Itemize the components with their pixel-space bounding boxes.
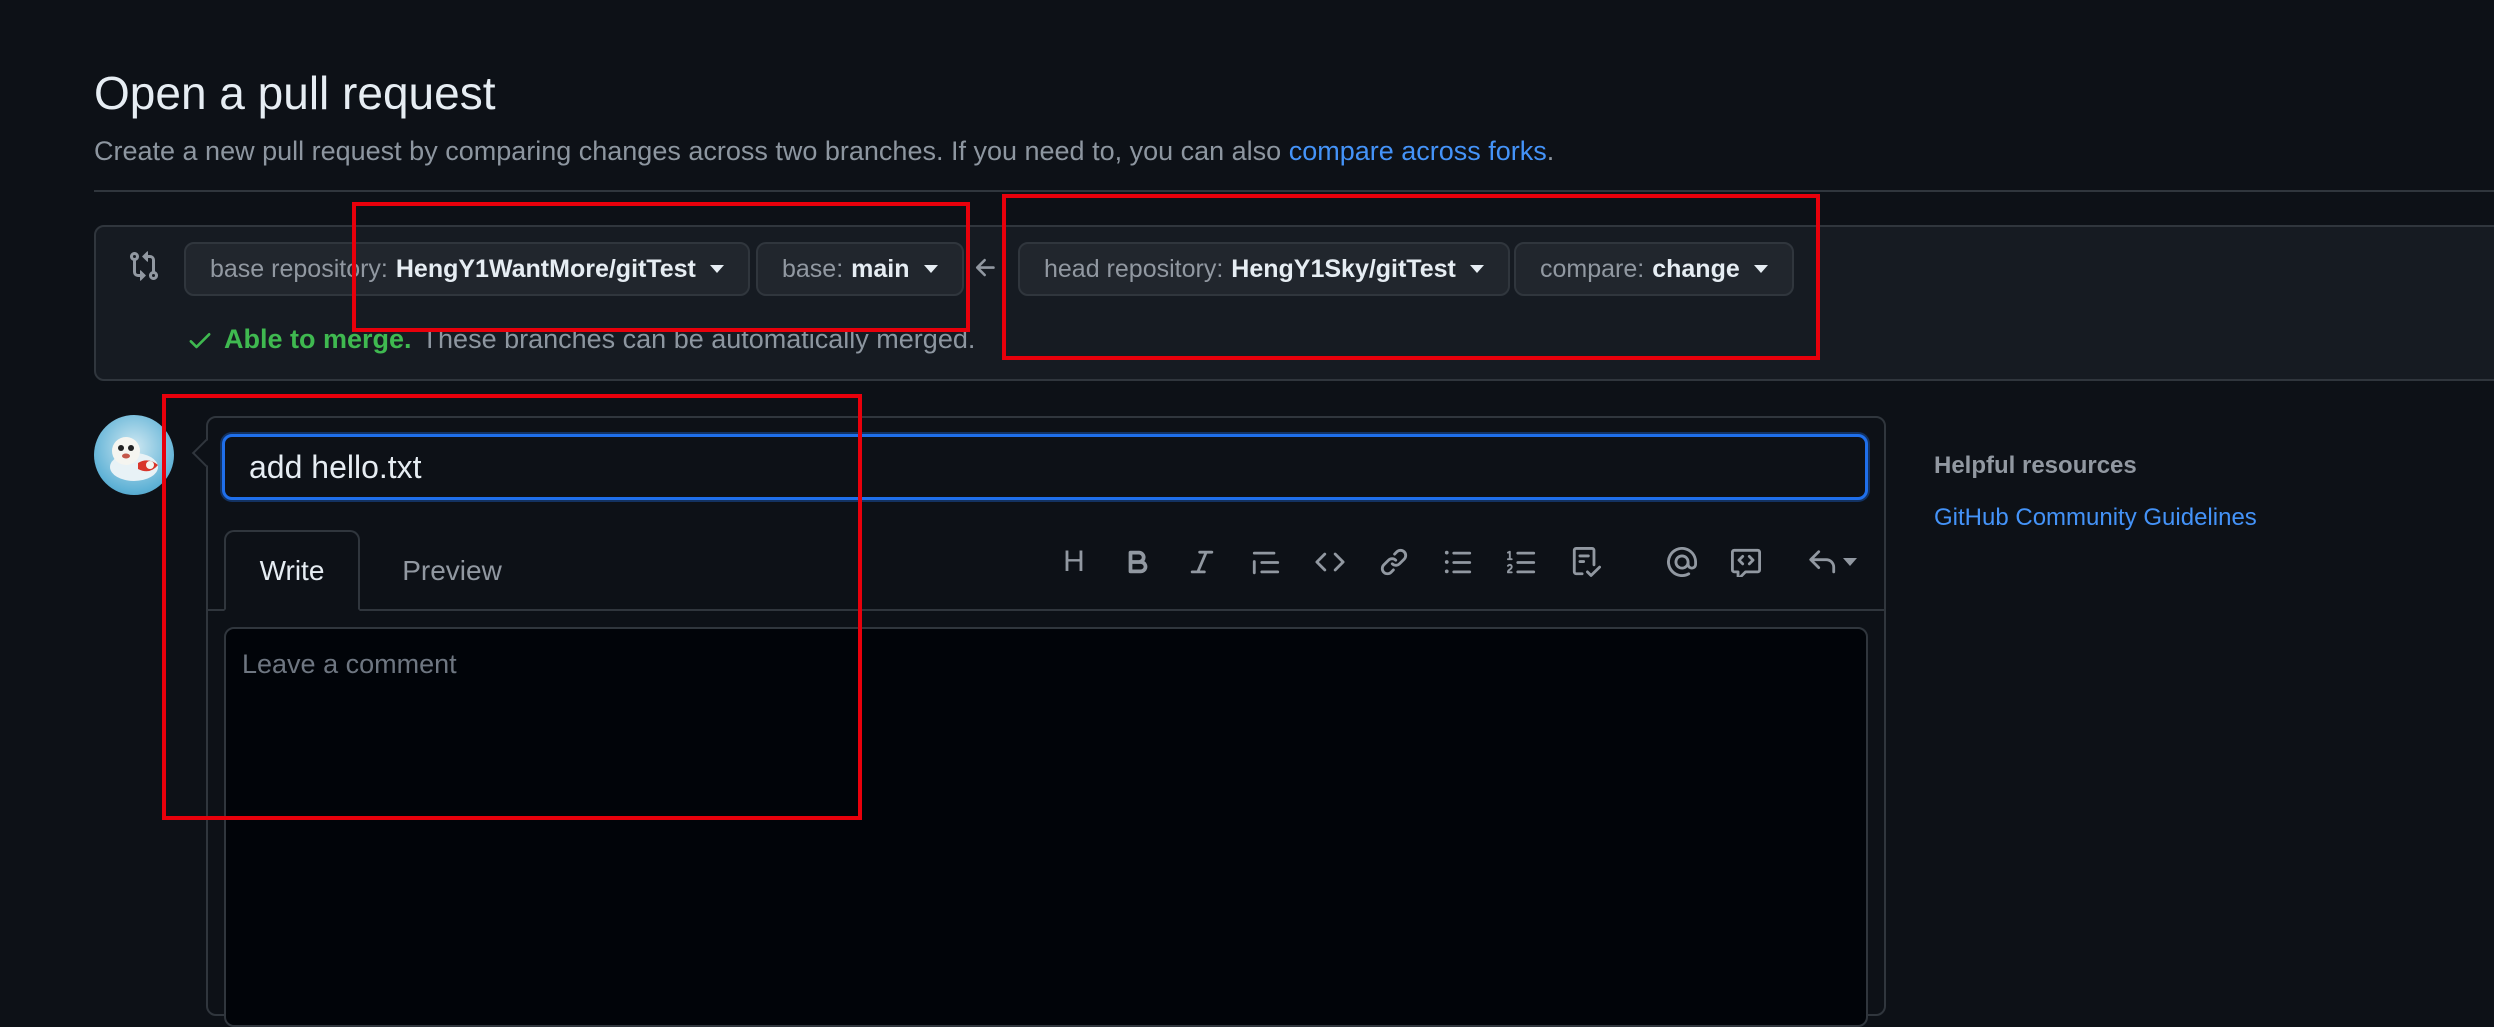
link-icon[interactable] bbox=[1372, 540, 1416, 584]
helpful-resources-heading: Helpful resources bbox=[1934, 452, 2137, 479]
tab-preview[interactable]: Preview bbox=[382, 530, 522, 611]
reference-icon[interactable] bbox=[1724, 540, 1768, 584]
base-branch-label: base: bbox=[782, 254, 844, 283]
caret-down-icon bbox=[1843, 558, 1857, 566]
caret-down-icon bbox=[709, 265, 724, 273]
comment-textarea[interactable] bbox=[224, 627, 1868, 1027]
caret-down-icon bbox=[923, 265, 938, 273]
merge-status-description: These branches can be automatically merg… bbox=[421, 324, 976, 354]
merge-status: Able to merge. These branches can be aut… bbox=[186, 324, 975, 355]
page-subtitle-suffix: . bbox=[1546, 136, 1555, 166]
base-repository-select[interactable]: base repository: HengY1WantMore/gitTest bbox=[184, 242, 750, 296]
base-repository-label: base repository: bbox=[210, 254, 388, 283]
head-repository-value: HengY1Sky/gitTest bbox=[1231, 254, 1456, 283]
page-subtitle-text: Create a new pull request by comparing c… bbox=[94, 136, 1289, 166]
tab-write[interactable]: Write bbox=[224, 530, 360, 611]
code-icon[interactable] bbox=[1308, 540, 1352, 584]
quote-icon[interactable] bbox=[1244, 540, 1288, 584]
check-icon bbox=[189, 332, 211, 348]
caret-down-icon bbox=[1469, 265, 1484, 273]
compare-across-forks-link[interactable]: compare across forks bbox=[1289, 136, 1547, 166]
heading-icon[interactable]: H bbox=[1052, 540, 1096, 584]
compare-branch-label: compare: bbox=[1540, 254, 1645, 283]
arrow-left-icon bbox=[972, 254, 1000, 282]
caret-down-icon bbox=[1753, 265, 1768, 273]
avatar[interactable] bbox=[94, 415, 174, 495]
ordered-list-icon[interactable] bbox=[1500, 540, 1544, 584]
pr-title-input[interactable] bbox=[222, 434, 1868, 500]
git-compare-icon bbox=[128, 250, 160, 282]
base-branch-select[interactable]: base: main bbox=[756, 242, 964, 296]
page-subtitle: Create a new pull request by comparing c… bbox=[94, 136, 1554, 167]
page-title: Open a pull request bbox=[94, 67, 496, 119]
italic-icon[interactable] bbox=[1180, 540, 1224, 584]
community-guidelines-link[interactable]: GitHub Community Guidelines bbox=[1934, 504, 2257, 532]
bold-icon[interactable] bbox=[1116, 540, 1160, 584]
base-repository-value: HengY1WantMore/gitTest bbox=[395, 254, 696, 283]
saved-replies-icon[interactable] bbox=[1804, 540, 1860, 584]
task-list-icon[interactable] bbox=[1564, 540, 1608, 584]
head-repository-select[interactable]: head repository: HengY1Sky/gitTest bbox=[1018, 242, 1510, 296]
unordered-list-icon[interactable] bbox=[1436, 540, 1480, 584]
compare-branch-value: change bbox=[1652, 254, 1740, 283]
head-repository-label: head repository: bbox=[1044, 254, 1224, 283]
heading-glyph: H bbox=[1063, 545, 1085, 578]
mention-icon[interactable] bbox=[1660, 540, 1704, 584]
base-branch-value: main bbox=[851, 254, 910, 283]
merge-status-label: Able to merge. bbox=[224, 324, 412, 354]
title-divider bbox=[94, 190, 2494, 192]
compare-branch-select[interactable]: compare: change bbox=[1514, 242, 1794, 296]
